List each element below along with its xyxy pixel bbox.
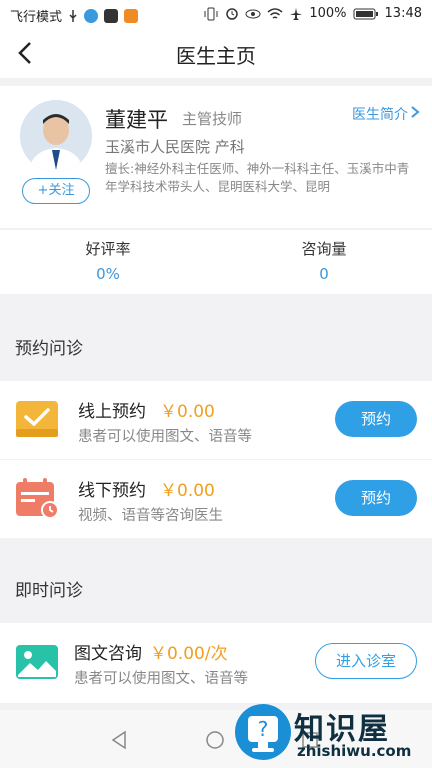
alarm-icon — [226, 7, 239, 20]
follow-button[interactable]: +关注 — [22, 178, 90, 204]
online-appointment-price: ￥0.00 — [160, 402, 215, 422]
offline-appointment-button[interactable]: 预约 — [335, 480, 417, 516]
page-title: 医生主页 — [176, 43, 256, 68]
clock: 13:48 — [384, 6, 422, 21]
stats-row: 好评率 0% 咨询量 0 — [0, 230, 432, 294]
doctor-profile: +关注 董建平 主管技师 医生简介 玉溪市人民医院 产科 擅长:神经外科主任医师… — [0, 86, 432, 228]
offline-appointment-title: 线下预约 ￥0.00 — [78, 476, 215, 501]
text-consult-desc: 患者可以使用图文、语音等 — [74, 671, 248, 687]
watermark-logo-icon: ? — [235, 704, 291, 760]
text-consult-card: 图文咨询 ￥0.00/次 患者可以使用图文、语音等 进入诊室 — [0, 623, 432, 703]
enter-clinic-button[interactable]: 进入诊室 — [315, 643, 417, 679]
svg-text:?: ? — [258, 717, 269, 741]
doctor-title: 主管技师 — [182, 110, 243, 128]
text-consult-label: 图文咨询 — [74, 644, 142, 664]
rating-stat: 好评率 0% — [28, 238, 188, 283]
online-appointment-label: 线上预约 — [78, 402, 146, 422]
offline-appointment-card: 线下预约 ￥0.00 视频、语音等咨询医生 预约 — [0, 460, 432, 538]
hospital-department: 玉溪市人民医院 产科 — [105, 138, 245, 156]
online-appointment-card: 线上预约 ￥0.00 患者可以使用图文、语音等 预约 — [0, 381, 432, 459]
online-appointment-desc: 患者可以使用图文、语音等 — [78, 429, 252, 445]
offline-appointment-price: ￥0.00 — [160, 481, 215, 501]
wifi-icon — [267, 7, 283, 19]
airplane-icon — [290, 7, 303, 20]
watermark: ? 知识屋 zhishiwu.com — [224, 698, 432, 768]
text-consult-price: ￥0.00/次 — [150, 644, 228, 664]
rating-label: 好评率 — [85, 240, 131, 258]
appointment-section-title: 预约问诊 — [15, 339, 83, 359]
offline-appointment-desc: 视频、语音等咨询医生 — [78, 508, 223, 524]
chevron-right-icon — [411, 106, 420, 118]
watermark-sub: zhishiwu.com — [297, 742, 412, 760]
rating-value: 0% — [96, 265, 120, 283]
status-left: 飞行模式 — [10, 6, 139, 25]
text-consult-title: 图文咨询 ￥0.00/次 — [74, 639, 228, 664]
vibrate-icon — [204, 7, 218, 20]
instant-section-title: 即时问诊 — [15, 581, 83, 601]
consult-label: 咨询量 — [301, 240, 347, 258]
consult-stat: 咨询量 0 — [244, 238, 404, 283]
airplane-mode-text: 飞行模式 — [10, 10, 63, 25]
back-button[interactable] — [12, 38, 42, 68]
status-bar: 飞行模式 100% 13:48 — [0, 0, 432, 30]
usb-icon — [69, 9, 77, 22]
back-nav-icon[interactable] — [110, 730, 130, 750]
doctor-expertise: 擅长:神经外科主任医师、神外一科科主任、玉溪市中青年学科技术带头人、昆明医科大学… — [105, 161, 410, 194]
doctor-avatar — [20, 100, 92, 172]
doctor-name: 董建平 — [105, 108, 168, 132]
status-right: 100% 13:48 — [203, 6, 422, 21]
app-notification-icon — [84, 8, 99, 23]
battery-icon — [353, 8, 378, 19]
calendar-clock-icon — [16, 478, 59, 519]
eye-icon — [245, 9, 261, 18]
offline-appointment-label: 线下预约 — [78, 481, 146, 501]
online-appointment-button[interactable]: 预约 — [335, 401, 417, 437]
nav-bar: 医生主页 — [0, 30, 432, 78]
checkbox-tray-icon — [16, 401, 58, 437]
online-appointment-title: 线上预约 ￥0.00 — [78, 397, 215, 422]
battery-percent: 100% — [309, 6, 347, 21]
consult-value: 0 — [319, 265, 329, 283]
home-nav-icon[interactable] — [205, 730, 225, 750]
picture-icon — [16, 645, 58, 679]
media-icon — [124, 8, 139, 23]
shield-icon — [104, 8, 119, 23]
doctor-intro-link[interactable]: 医生简介 — [352, 104, 408, 124]
